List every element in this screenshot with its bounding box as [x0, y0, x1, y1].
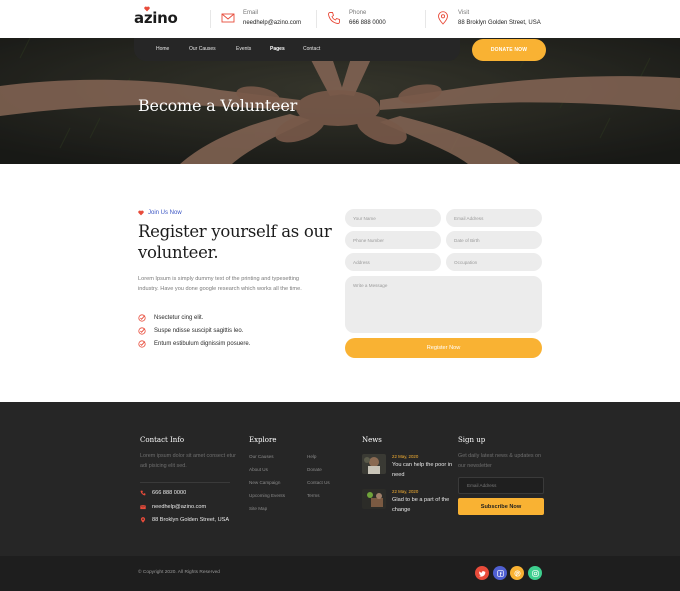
join-us-tagline: Join Us Now	[138, 210, 182, 216]
check-item-text: Nsectetur cing elit.	[154, 315, 204, 321]
email-label: Email	[243, 10, 259, 16]
news-date: 22 May, 2020	[392, 454, 419, 459]
phone-icon	[140, 490, 146, 496]
dob-field[interactable]: Date of Birth	[446, 231, 542, 249]
email-field[interactable]: Email Address	[446, 209, 542, 227]
check-circle-icon	[138, 340, 146, 348]
newsletter-email-input[interactable]: Email Address	[458, 477, 544, 494]
news-thumbnail	[362, 454, 386, 474]
footer-email-text[interactable]: needhelp@azino.com	[152, 504, 206, 510]
address-label: Visit	[458, 10, 470, 16]
signup-heading: Sign up	[458, 436, 486, 444]
news-item[interactable]: 22 May, 2020 Glad to be a part of the ch…	[362, 489, 462, 519]
check-item-text: Suspe ndisse suscipit sagittis leo.	[154, 328, 244, 334]
contact-info-text: Lorem ipsum dolor sit amet consect etur …	[140, 453, 236, 469]
contact-info-heading: Contact Info	[140, 436, 185, 444]
news-title[interactable]: Glad to be a part of the change	[392, 496, 456, 515]
footer-link[interactable]: Upcoming Events	[249, 493, 285, 498]
nav-home[interactable]: Home	[156, 46, 169, 52]
nav-pages[interactable]: Pages	[270, 46, 285, 52]
copyright-bar: © Copyright 2020. All Rights Reserved	[0, 556, 680, 591]
footer-link[interactable]: Help	[307, 454, 316, 459]
instagram-icon[interactable]	[528, 566, 542, 580]
logo[interactable]: azino	[134, 9, 178, 27]
page-title: Become a Volunteer	[138, 96, 298, 115]
footer-address-text: 88 Broklyn Golden Street, USA	[152, 517, 230, 523]
footer-link[interactable]: Our Causes	[249, 454, 274, 459]
header-phone: Phone 666 888 0000	[327, 9, 386, 28]
subscribe-now-button[interactable]: Subscribe Now	[458, 498, 544, 515]
check-item: Entum estibulum dignissim posuere.	[138, 340, 250, 348]
divider	[140, 482, 230, 483]
check-circle-icon	[138, 327, 146, 335]
register-now-button[interactable]: Register Now	[345, 338, 542, 358]
register-description: Lorem Ipsum is simply dummy text of the …	[138, 276, 302, 292]
email-value[interactable]: needhelp@azino.com	[243, 18, 301, 28]
mail-icon	[221, 13, 235, 23]
signup-text: Get daily latest news & updates on our n…	[458, 453, 542, 469]
address-value: 88 Broklyn Golden Street, USA	[458, 20, 541, 26]
footer	[0, 402, 680, 556]
pinterest-icon[interactable]	[510, 566, 524, 580]
message-textarea[interactable]: Write a Message	[345, 276, 542, 333]
footer-link[interactable]: Terms	[307, 493, 320, 498]
news-date: 22 May, 2020	[392, 489, 419, 494]
footer-address: 88 Broklyn Golden Street, USA	[140, 517, 229, 523]
main-nav: Home Our Causes Events Pages Contact	[134, 38, 460, 61]
footer-link[interactable]: Contact Us	[307, 480, 330, 485]
explore-heading: Explore	[249, 436, 277, 444]
check-item: Suspe ndisse suscipit sagittis leo.	[138, 327, 243, 335]
location-pin-icon	[140, 517, 146, 523]
footer-link[interactable]: Site Map	[249, 506, 267, 511]
check-item-text: Entum estibulum dignissim posuere.	[154, 341, 251, 347]
location-pin-icon	[438, 11, 448, 25]
news-title[interactable]: You can help the poor in need	[392, 461, 456, 480]
news-item[interactable]: 22 May, 2020 You can help the poor in ne…	[362, 454, 462, 484]
twitter-icon[interactable]	[475, 566, 489, 580]
footer-phone-text[interactable]: 666 888 0000	[152, 490, 186, 496]
header-address: Visit 88 Broklyn Golden Street, USA	[436, 9, 541, 28]
name-field[interactable]: Your Name	[345, 209, 441, 227]
phone-field[interactable]: Phone Number	[345, 231, 441, 249]
mail-icon	[140, 505, 146, 510]
news-heading: News	[362, 436, 382, 444]
facebook-icon[interactable]	[493, 566, 507, 580]
footer-phone: 666 888 0000	[140, 490, 186, 496]
tagline-text: Join Us Now	[148, 210, 182, 216]
check-circle-icon	[138, 314, 146, 322]
header-email: Email needhelp@azino.com	[221, 9, 301, 28]
check-item: Nsectetur cing elit.	[138, 314, 203, 322]
phone-label: Phone	[349, 10, 367, 16]
nav-our-causes[interactable]: Our Causes	[189, 46, 216, 52]
footer-link[interactable]: About Us	[249, 467, 268, 472]
copyright-text: © Copyright 2020. All Rights Reserved	[138, 570, 220, 575]
news-thumbnail	[362, 489, 386, 509]
footer-link[interactable]: New Campaign	[249, 480, 280, 485]
heart-icon	[138, 210, 144, 216]
nav-contact[interactable]: Contact	[303, 46, 320, 52]
top-header: azino Email needhelp@azino.com Phone 666…	[0, 0, 680, 38]
occupation-field[interactable]: Occupation	[446, 253, 542, 271]
phone-value[interactable]: 666 888 0000	[349, 18, 386, 28]
footer-link[interactable]: Donate	[307, 467, 322, 472]
heart-icon	[144, 6, 150, 12]
phone-icon	[328, 12, 340, 24]
nav-events[interactable]: Events	[236, 46, 251, 52]
donate-now-button[interactable]: DONATE NOW	[472, 39, 546, 61]
footer-email: needhelp@azino.com	[140, 504, 206, 510]
address-field[interactable]: Address	[345, 253, 441, 271]
register-heading: Register yourself as our volunteer.	[138, 222, 332, 262]
